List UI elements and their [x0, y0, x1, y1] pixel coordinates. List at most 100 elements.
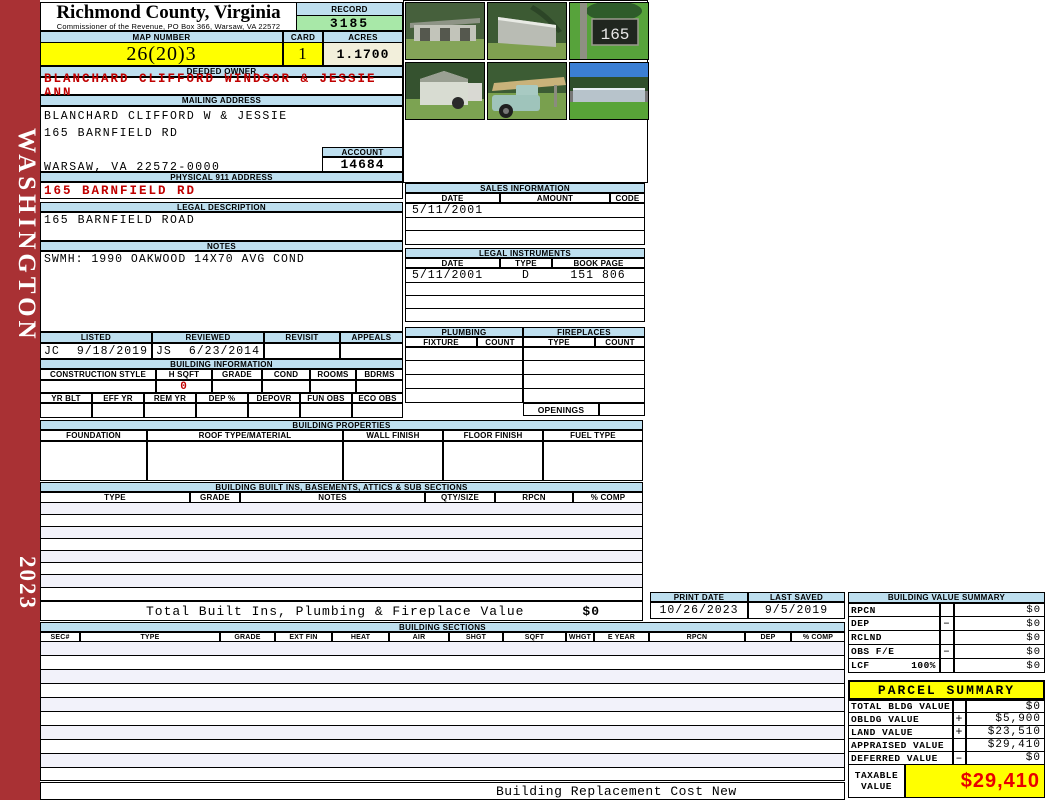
- fireplace-type-label: TYPE: [523, 337, 595, 347]
- building-properties-label: BUILDING PROPERTIES: [40, 420, 643, 430]
- bs-type-label: TYPE: [80, 632, 220, 642]
- reviewed-label: REVIEWED: [152, 332, 264, 343]
- bdrms-label: BDRMS: [356, 369, 403, 380]
- li-date-label: DATE: [405, 258, 500, 268]
- table-row: [40, 551, 643, 563]
- legal-instruments-header-row: DATE TYPE BOOK PAGE: [405, 258, 645, 268]
- sales-information-label: SALES INFORMATION: [405, 183, 645, 193]
- mailing-line1: BLANCHARD CLIFFORD W & JESSIE: [44, 110, 288, 123]
- table-row: LCF 100% $0: [848, 659, 1045, 673]
- table-row: [405, 389, 645, 403]
- building-props-header-row: FOUNDATION ROOF TYPE/MATERIAL WALL FINIS…: [40, 430, 643, 441]
- bi-qty-label: QTY/SIZE: [425, 492, 495, 503]
- grade-label: GRADE: [212, 369, 262, 380]
- table-row: LAND VALUE + $23,510: [848, 726, 1045, 739]
- li-type-label: TYPE: [500, 258, 552, 268]
- shgt-label: SHGT: [449, 632, 503, 642]
- bs-comp-label: % COMP: [791, 632, 845, 642]
- plumbing-label: PLUMBING: [405, 327, 523, 337]
- table-row: [40, 588, 643, 601]
- building-info-header-row2: YR BLT EFF YR REM YR DEP % DEPOVR FUN OB…: [40, 393, 403, 403]
- photo-thumbnail[interactable]: [487, 2, 567, 60]
- deppct-label: DEP %: [196, 393, 248, 403]
- table-row: [40, 740, 845, 754]
- sqft-label: SQFT: [503, 632, 566, 642]
- revisit-label: REVISIT: [264, 332, 340, 343]
- building-info-value-row1: 0: [40, 380, 403, 393]
- table-row: [40, 575, 643, 588]
- funobs-label: FUN OBS: [300, 393, 352, 403]
- photo-thumbnail[interactable]: 165: [569, 1, 649, 60]
- table-row: DEP – $0: [848, 617, 1045, 631]
- page-title: Richmond County, Virginia: [56, 2, 281, 23]
- foundation-label: FOUNDATION: [40, 430, 147, 441]
- bi-notes-label: NOTES: [240, 492, 425, 503]
- bi-comp-label: % COMP: [573, 492, 643, 503]
- last-saved-value: 9/5/2019: [748, 602, 845, 619]
- depovr-label: DEPOVR: [248, 393, 300, 403]
- table-row: [405, 309, 645, 322]
- table-row: 5/11/2001 D 151 806: [405, 268, 645, 283]
- sales-amount-label: AMOUNT: [500, 193, 610, 203]
- built-ins-header-row: TYPE GRADE NOTES QTY/SIZE RPCN % COMP: [40, 492, 643, 503]
- built-ins-total-label: Total Built Ins, Plumbing & Fireplace Va…: [146, 603, 525, 619]
- photo-thumbnail[interactable]: [487, 62, 567, 120]
- sales-header-row: DATE AMOUNT CODE: [405, 193, 645, 203]
- sales-date-label: DATE: [405, 193, 500, 203]
- county-header: Richmond County, Virginia Commissioner o…: [40, 2, 296, 31]
- mailing-line2: 165 BARNFIELD RD: [44, 127, 179, 140]
- building-sections-header-row: SEC# TYPE GRADE EXT FIN HEAT AIR SHGT SQ…: [40, 632, 845, 642]
- table-row: [40, 527, 643, 539]
- building-value-summary-table: RPCN $0 DEP – $0 RCLND $0 OBS F/E – $0 L…: [848, 603, 1045, 673]
- table-row: [40, 563, 643, 575]
- openings-label: OPENINGS: [523, 403, 599, 416]
- table-row: [40, 670, 845, 684]
- fuel-type-label: FUEL TYPE: [543, 430, 643, 441]
- acres-value: 1.1700: [323, 42, 403, 66]
- sales-rows: 5/11/2001: [405, 203, 645, 245]
- reviewed-date: 6/23/2014: [188, 344, 260, 358]
- mailing-address-label: MAILING ADDRESS: [40, 95, 403, 106]
- hsqft-label: H SQFT: [156, 369, 212, 380]
- legal-description-value: 165 BARNFIELD ROAD: [40, 212, 403, 241]
- table-row: [40, 684, 845, 698]
- reviewed-by: JS: [156, 344, 172, 358]
- listed-label: LISTED: [40, 332, 152, 343]
- wall-finish-label: WALL FINISH: [343, 430, 443, 441]
- building-info-value-row2: [40, 403, 403, 418]
- built-ins-empty-rows: [40, 503, 643, 601]
- table-row: OBS F/E – $0: [848, 645, 1045, 659]
- card-value: 1: [283, 42, 323, 66]
- photo-thumbnail[interactable]: [569, 62, 649, 120]
- construction-style-label: CONSTRUCTION STYLE: [40, 369, 156, 380]
- print-date-value: 10/26/2023: [650, 602, 748, 619]
- map-number-value: 26(20)3: [40, 42, 283, 66]
- roof-type-label: ROOF TYPE/MATERIAL: [147, 430, 343, 441]
- table-row: [40, 642, 845, 656]
- table-row: [405, 347, 645, 361]
- address-sign-number: 165: [601, 26, 630, 44]
- photo-thumbnail[interactable]: [405, 62, 485, 120]
- construction-style-value: [40, 380, 156, 393]
- photo-thumbnail[interactable]: [405, 2, 485, 60]
- record-value: 3185: [296, 15, 403, 31]
- table-row: [40, 539, 643, 551]
- print-date-label: PRINT DATE: [650, 592, 748, 602]
- fireplaces-label: FIREPLACES: [523, 327, 645, 337]
- effyr-label: EFF YR: [92, 393, 144, 403]
- building-info-header-row1: CONSTRUCTION STYLE H SQFT GRADE COND ROO…: [40, 369, 403, 380]
- bi-type-label: TYPE: [40, 492, 190, 503]
- bs-grade-label: GRADE: [220, 632, 275, 642]
- taxable-value: $29,410: [905, 765, 1045, 798]
- account-label: ACCOUNT: [322, 147, 403, 157]
- fireplace-count-label: COUNT: [595, 337, 645, 347]
- building-value-summary-label: BUILDING VALUE SUMMARY: [848, 592, 1045, 603]
- last-saved-label: LAST SAVED: [748, 592, 845, 602]
- cond-label: COND: [262, 369, 310, 380]
- photo-porch-home-image: [406, 3, 484, 59]
- table-row: TOTAL BLDG VALUE $0: [848, 700, 1045, 713]
- table-row: [40, 726, 845, 740]
- parcel-summary-table: TOTAL BLDG VALUE $0 OBLDG VALUE + $5,900…: [848, 700, 1045, 798]
- li-bookpage-label: BOOK PAGE: [552, 258, 645, 268]
- built-ins-label: BUILDING BUILT INS, BASEMENTS, ATTICS & …: [40, 482, 643, 492]
